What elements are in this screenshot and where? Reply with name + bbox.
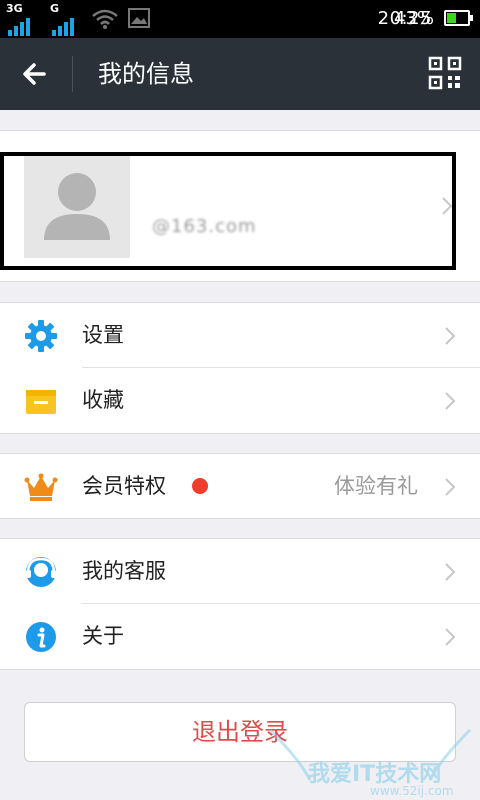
menu-item-about[interactable]: 关于 (0, 604, 480, 668)
menu-item-favorites[interactable]: 收藏 (0, 368, 480, 432)
header-separator (72, 56, 73, 92)
sim2-network-label: G (50, 2, 60, 15)
menu-item-customer-service[interactable]: 我的客服 (0, 539, 480, 603)
favorites-box-icon (26, 390, 56, 414)
avatar-placeholder-icon (44, 173, 110, 240)
avatar (24, 156, 130, 258)
favorites-label: 收藏 (82, 388, 124, 412)
settings-label: 设置 (82, 323, 124, 347)
profile-email: @163.com (152, 216, 257, 237)
gear-icon (25, 320, 57, 352)
chevron-right-icon (445, 392, 456, 410)
vip-label: 会员特权 (82, 474, 166, 498)
menu-item-vip[interactable]: 会员特权 体验有礼 (0, 454, 480, 518)
battery-icon (444, 10, 473, 26)
header-bar: 我的信息 (0, 38, 480, 110)
menu-item-settings[interactable]: 设置 (0, 303, 480, 367)
battery-level (447, 13, 457, 23)
qr-code-icon[interactable] (428, 56, 462, 90)
vip-promo-text: 体验有礼 (334, 474, 418, 498)
page-title: 我的信息 (98, 60, 194, 88)
crown-icon (24, 473, 58, 501)
wifi-icon (92, 9, 118, 29)
chevron-right-icon (445, 563, 456, 581)
customer-service-label: 我的客服 (82, 559, 166, 583)
site-watermark: 我爱IT技术网 www.52ij.com (260, 720, 480, 800)
chevron-right-icon (445, 327, 456, 345)
profile-chevron-icon (442, 197, 452, 215)
new-badge-dot (192, 478, 208, 494)
watermark-url: www.52ij.com (370, 784, 454, 798)
status-bar: 3G G 20:25 43% (0, 0, 480, 38)
sim1-network-label: 3G (6, 2, 23, 15)
info-icon (26, 622, 56, 652)
customer-service-icon (26, 557, 56, 587)
chevron-right-icon (445, 628, 456, 646)
image-icon (128, 8, 150, 28)
battery-percent: 43% (394, 8, 435, 29)
chevron-right-icon (445, 478, 456, 496)
back-arrow-icon[interactable] (18, 56, 54, 92)
about-label: 关于 (82, 624, 124, 648)
